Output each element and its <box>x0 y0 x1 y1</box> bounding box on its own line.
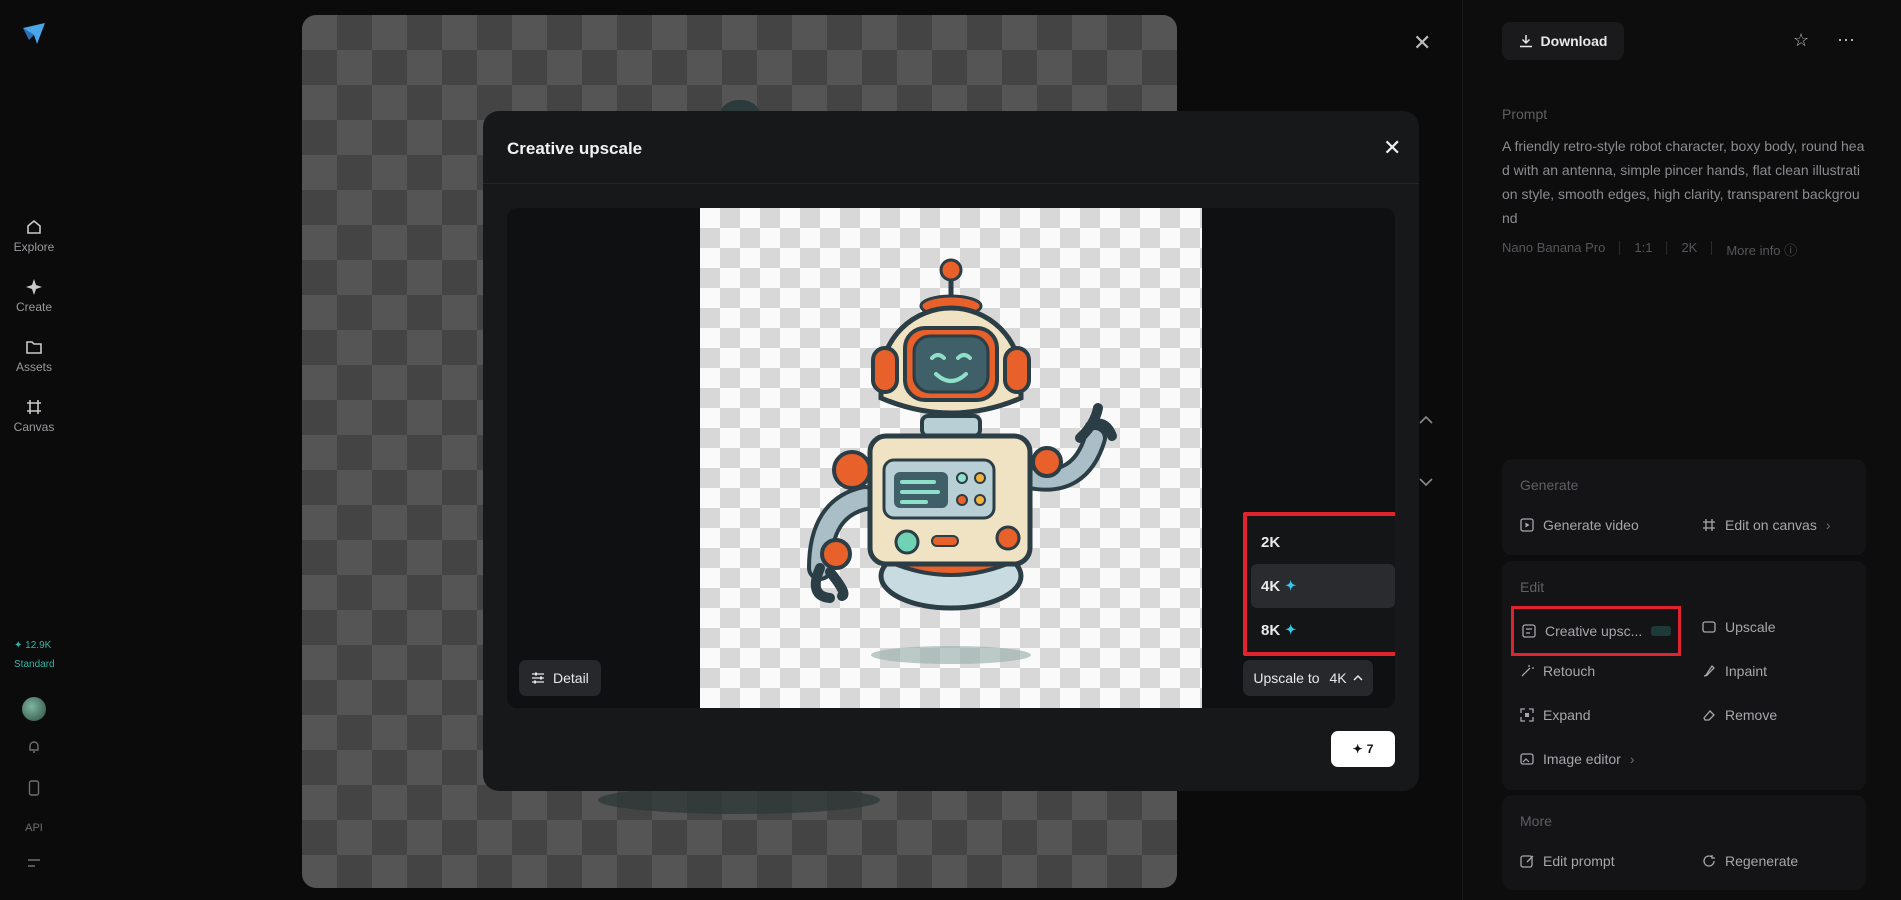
generate-video-button[interactable]: Generate video <box>1520 517 1639 533</box>
close-icon[interactable]: ✕ <box>1413 30 1431 56</box>
rail-item-create[interactable]: Create <box>0 278 68 314</box>
more-info-link[interactable]: More info ⓘ <box>1726 240 1797 259</box>
prompt-label: Prompt <box>1502 106 1548 122</box>
sparkle-icon <box>26 279 42 295</box>
upscale-button[interactable]: Upscale <box>1702 619 1776 635</box>
home-icon <box>27 219 41 234</box>
wand-icon <box>1521 665 1534 677</box>
sparkle-icon: ✦ <box>14 640 23 651</box>
creative-upscale-icon <box>1522 624 1536 638</box>
detail-label: Detail <box>553 670 589 686</box>
avatar[interactable] <box>22 697 46 721</box>
rail-item-canvas[interactable]: Canvas <box>0 398 68 434</box>
resolution-option-8k[interactable]: 8K ✦ <box>1251 608 1395 652</box>
upscale-value: 4K <box>1329 670 1347 686</box>
mobile-icon[interactable] <box>0 780 68 799</box>
sparkle-icon: ✦ <box>1285 578 1297 593</box>
expand-icon <box>1520 708 1534 722</box>
app-logo-icon[interactable] <box>20 20 48 48</box>
rail-item-assets[interactable]: Assets <box>0 338 68 374</box>
left-rail: Explore Create Assets Canvas ✦ 12.9K Sta… <box>0 0 68 900</box>
edit-card: Edit Creative upsc... Upscale Retouch In… <box>1502 561 1866 790</box>
creative-upscale-button[interactable]: Creative upsc... <box>1511 606 1681 656</box>
bell-icon[interactable] <box>0 740 68 757</box>
robot-illustration <box>807 258 1117 664</box>
chevron-right-icon: › <box>1629 751 1635 767</box>
creative-upscale-dialog: Creative upscale ✕ Detail 2K 4K ✦ 8K ✦ U… <box>483 111 1419 791</box>
generate-title: Generate <box>1520 477 1579 493</box>
brush-icon <box>1703 664 1715 677</box>
rail-item-label: Create <box>15 300 53 314</box>
plan-label: Standard <box>14 659 55 670</box>
credits-count: 12.9K <box>25 640 52 651</box>
sliders-icon <box>532 672 544 684</box>
image-icon <box>1520 753 1534 765</box>
rail-item-explore[interactable]: Explore <box>0 218 68 254</box>
more-card: More Edit prompt Regenerate <box>1502 795 1866 890</box>
edit-prompt-button[interactable]: Edit prompt <box>1520 853 1615 869</box>
expand-button[interactable]: Expand <box>1520 707 1590 723</box>
prompt-text: A friendly retro-style robot character, … <box>1502 138 1865 226</box>
chevron-up-icon <box>1353 674 1363 681</box>
edit-icon <box>1520 855 1534 868</box>
edit-on-canvas-button[interactable]: Edit on canvas › <box>1702 517 1831 533</box>
preview-area: Detail 2K 4K ✦ 8K ✦ Upscale to 4K <box>507 208 1395 708</box>
eraser-icon <box>1703 710 1715 721</box>
prompt-meta: Nano Banana Pro 1:1 2K More info ⓘ <box>1502 240 1797 259</box>
edit-title: Edit <box>1520 579 1545 595</box>
retouch-button[interactable]: Retouch <box>1520 663 1595 679</box>
dialog-title: Creative upscale <box>507 139 643 158</box>
download-button[interactable]: Download <box>1502 22 1624 60</box>
rail-item-label: Canvas <box>13 420 55 434</box>
inpaint-button[interactable]: Inpaint <box>1702 663 1767 679</box>
hd-icon <box>1702 621 1716 633</box>
play-icon <box>1520 518 1534 532</box>
model-name: Nano Banana Pro <box>1502 240 1606 255</box>
aspect-ratio: 1:1 <box>1634 240 1653 255</box>
image-editor-button[interactable]: Image editor › <box>1520 751 1635 767</box>
download-icon <box>1519 35 1532 48</box>
resolution: 2K <box>1681 240 1698 255</box>
divider <box>483 183 1419 184</box>
download-label: Download <box>1540 33 1608 49</box>
more-icon[interactable]: ⋯ <box>1837 30 1856 51</box>
upscale-prefix: Upscale to <box>1253 670 1320 686</box>
chevron-right-icon: › <box>1825 517 1831 533</box>
detail-button[interactable]: Detail <box>519 660 601 696</box>
generate-card: Generate Generate video Edit on canvas › <box>1502 459 1866 555</box>
upscale-submit-button[interactable]: ✦ 7 <box>1331 731 1395 767</box>
star-icon[interactable]: ☆ <box>1793 30 1809 51</box>
canvas-icon <box>1703 519 1715 531</box>
credit-cost: 7 <box>1366 742 1374 756</box>
resolution-dropdown-menu: 2K 4K ✦ 8K ✦ <box>1243 512 1395 656</box>
menu-icon[interactable] <box>0 858 68 871</box>
upscale-resolution-select[interactable]: Upscale to 4K <box>1243 660 1373 696</box>
chevron-down-icon[interactable] <box>1418 474 1434 492</box>
rail-item-label: Explore <box>13 240 55 254</box>
folder-icon <box>26 341 42 354</box>
sparkle-icon: ✦ <box>1352 742 1363 756</box>
api-link[interactable]: API <box>0 822 68 834</box>
new-badge <box>1651 626 1672 636</box>
credits-badge[interactable]: ✦ 12.9K Standard <box>14 636 55 674</box>
preview-image <box>700 208 1202 708</box>
close-icon[interactable]: ✕ <box>1383 135 1401 161</box>
rail-item-label: Assets <box>15 360 52 374</box>
sparkle-icon: ✦ <box>1285 622 1297 637</box>
refresh-icon <box>1703 855 1715 867</box>
resolution-option-2k[interactable]: 2K <box>1251 520 1395 564</box>
more-title: More <box>1520 813 1552 829</box>
chevron-up-icon[interactable] <box>1418 412 1434 430</box>
regenerate-button[interactable]: Regenerate <box>1702 853 1798 869</box>
canvas-icon <box>27 400 41 414</box>
resolution-option-4k[interactable]: 4K ✦ <box>1251 564 1395 608</box>
remove-button[interactable]: Remove <box>1702 707 1777 723</box>
